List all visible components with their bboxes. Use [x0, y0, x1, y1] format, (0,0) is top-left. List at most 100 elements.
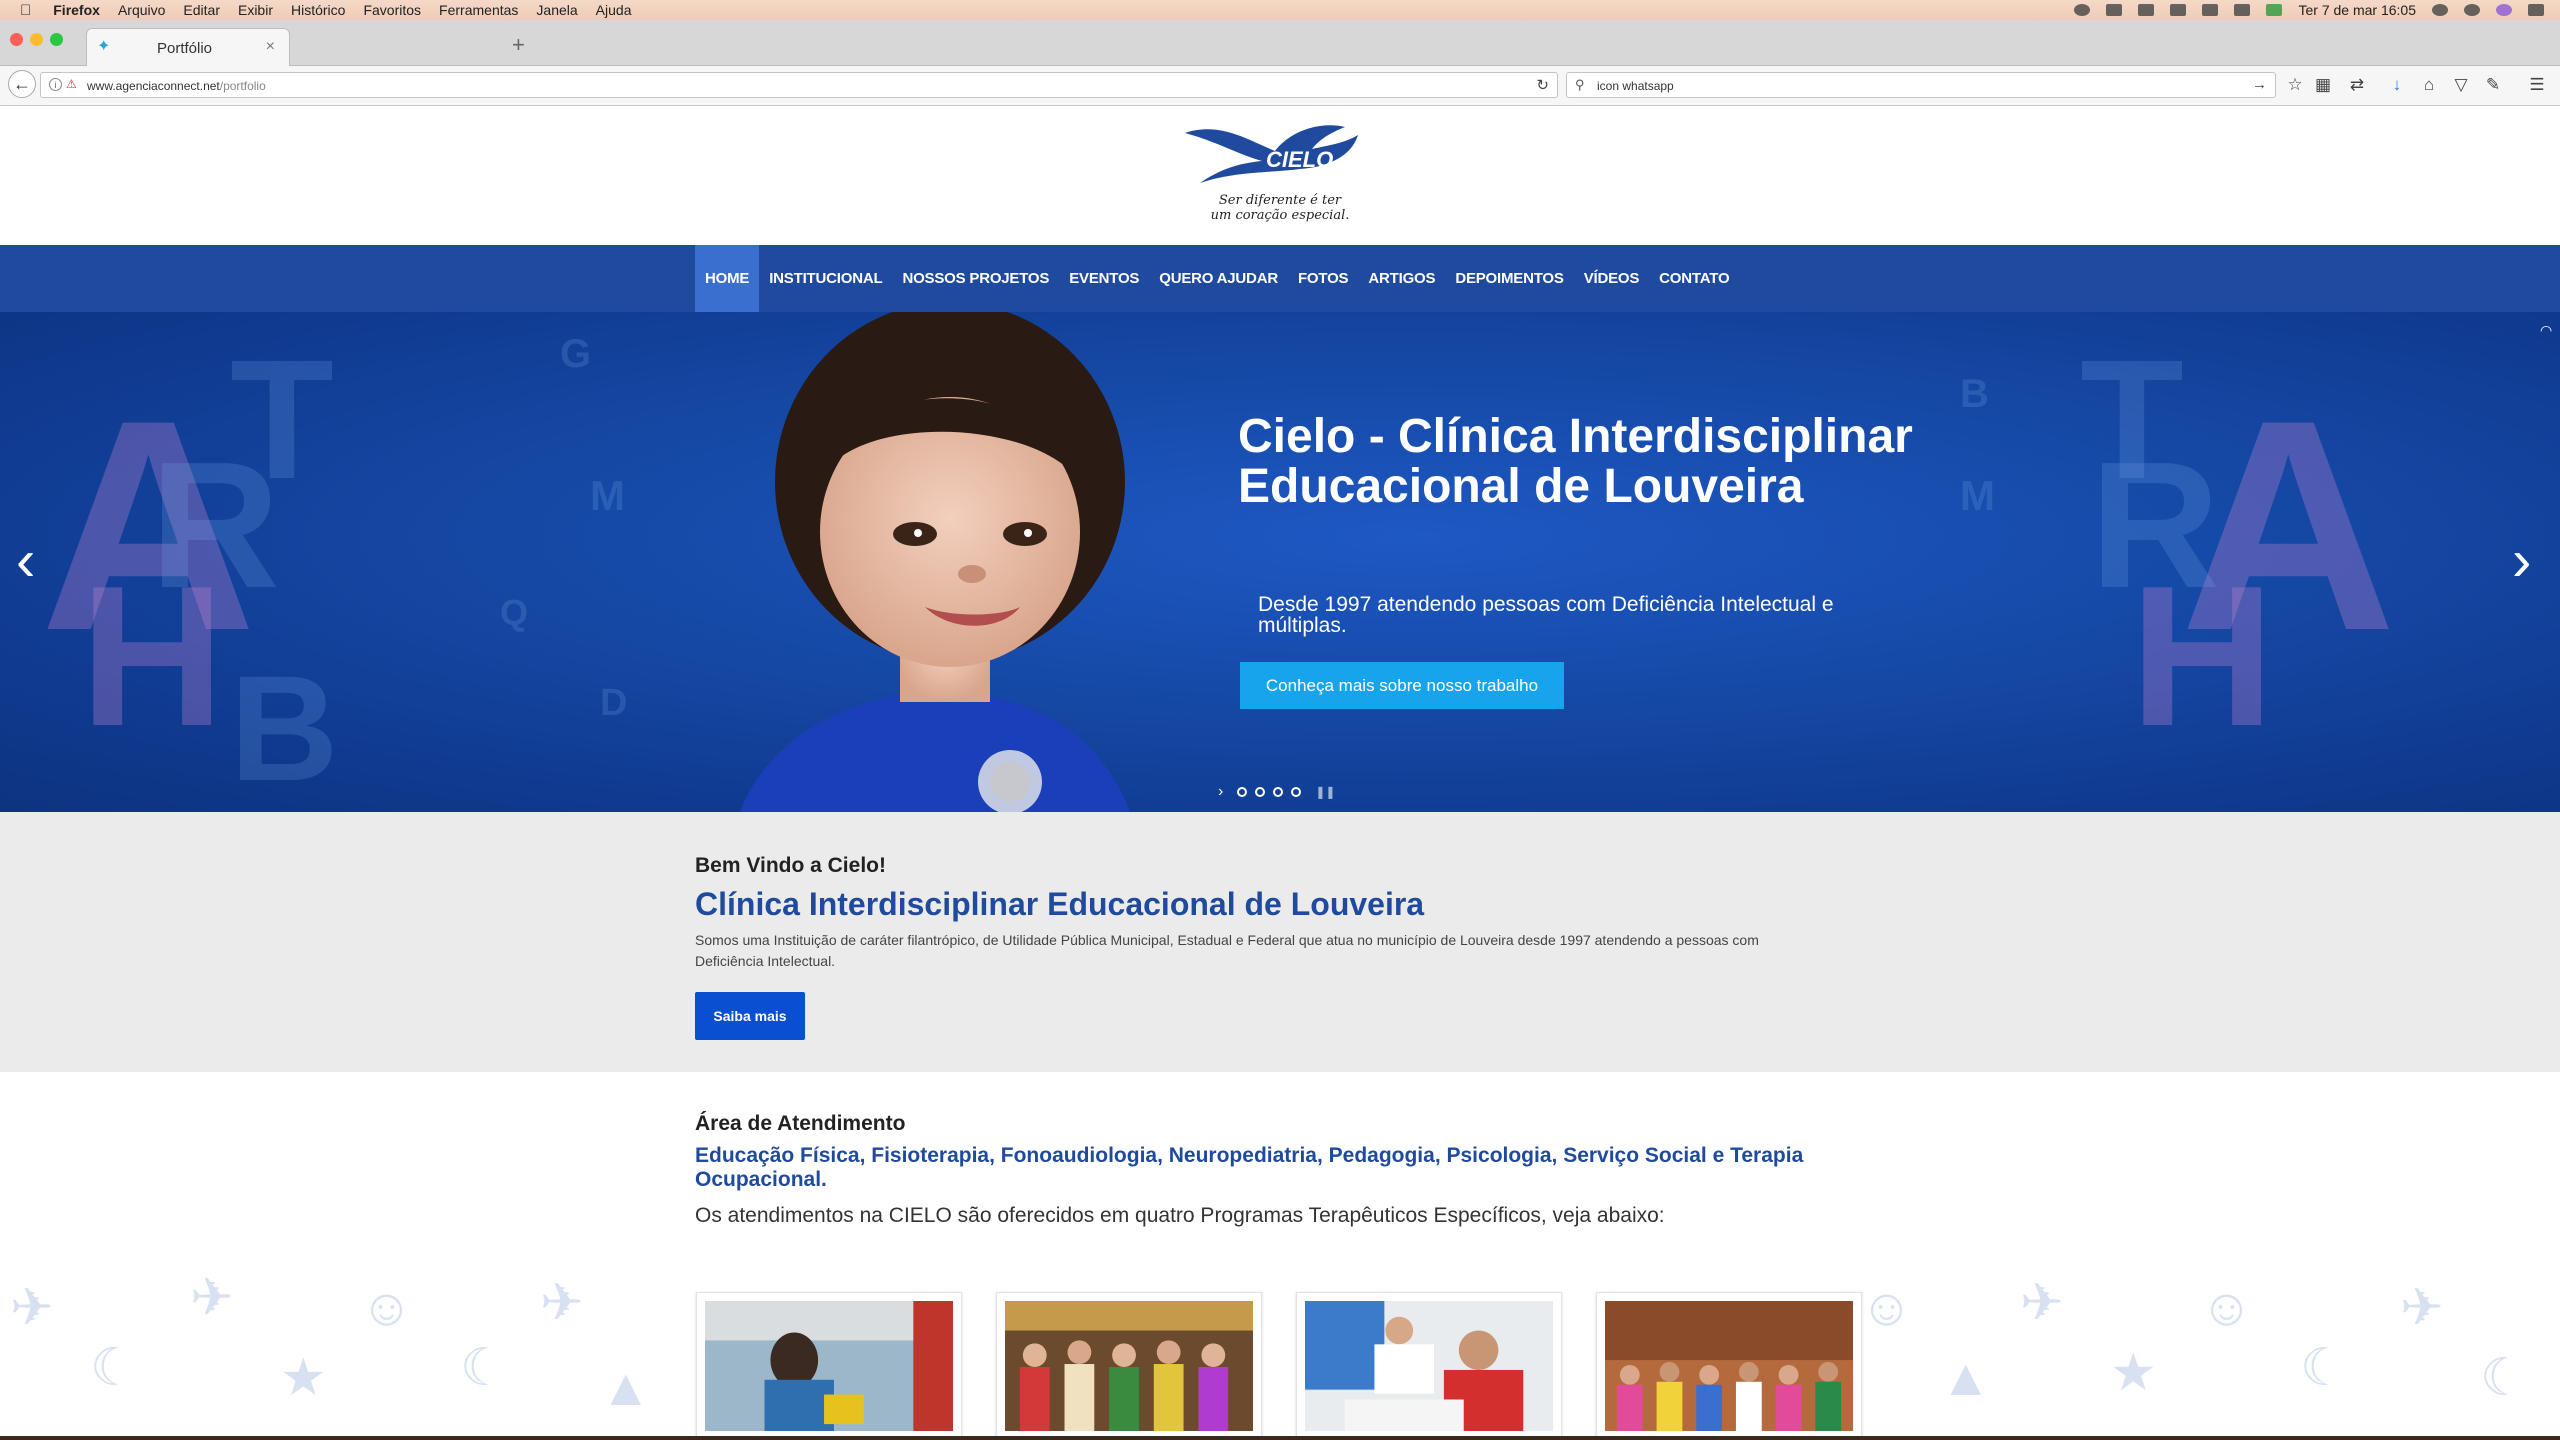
- doodle-icon: ☺: [360, 1279, 414, 1337]
- menu-ajuda[interactable]: Ajuda: [596, 2, 632, 18]
- bg-letter-decoration: B: [1960, 372, 1989, 416]
- cielo-bird-icon: CIELO: [1185, 125, 1358, 183]
- bird-favicon-icon: ✦: [97, 38, 111, 55]
- slider-pause-icon[interactable]: ❚❚: [1315, 785, 1335, 799]
- program-card-1[interactable]: [696, 1292, 962, 1440]
- siri-icon[interactable]: [2496, 4, 2512, 16]
- area-specialties: Educação Física, Fisioterapia, Fonoaudio…: [695, 1144, 1804, 1191]
- apple-menu-icon[interactable]: : [20, 2, 31, 19]
- bluetooth-icon[interactable]: [2138, 4, 2155, 16]
- slider-prev-arrow-icon[interactable]: ‹: [16, 532, 35, 590]
- slider-next-arrow-icon[interactable]: ›: [2512, 532, 2531, 590]
- url-text[interactable]: www.agenciaconnect.net/portfolio: [87, 79, 266, 93]
- doodle-icon: ✈: [190, 1269, 234, 1327]
- logo-tagline: Ser diferente é ter um coração especial.: [1210, 193, 1350, 223]
- site-header: CIELO Ser diferente é ter um coração esp…: [0, 107, 2560, 245]
- nav-home[interactable]: HOME: [695, 245, 760, 312]
- doodle-icon: ★: [2110, 1344, 2157, 1402]
- window-minimize-button[interactable]: [30, 33, 43, 46]
- bg-letter-decoration: Q: [500, 592, 529, 633]
- volume-icon[interactable]: [2234, 4, 2251, 16]
- area-atendimento-section: Área de Atendimento Educação Física, Fis…: [0, 1072, 2560, 1440]
- pocket-sync-icon[interactable]: ⇄: [2346, 74, 2368, 96]
- doodle-icon: ▲: [1940, 1349, 1992, 1407]
- menubar-clock[interactable]: Ter 7 de mar 16:05: [2298, 2, 2416, 18]
- hero-slider: A T R H B G M Q D A T R H M B Cielo - Cl…: [0, 312, 2560, 812]
- menu-exibir[interactable]: Exibir: [238, 2, 273, 18]
- tab-portfolio[interactable]: ✦ Portfólio ×: [86, 28, 290, 66]
- welcome-body: Somos uma Instituição de caráter filantr…: [695, 932, 1759, 969]
- new-tab-button[interactable]: +: [512, 32, 525, 58]
- window-zoom-button[interactable]: [50, 33, 63, 46]
- search-go-icon[interactable]: →: [2252, 76, 2267, 93]
- menu-editar[interactable]: Editar: [183, 2, 220, 18]
- program-card-3[interactable]: [1296, 1292, 1562, 1440]
- macos-menubar:  Firefox Arquivo Editar Exibir Históric…: [0, 0, 2560, 20]
- bg-letter-decoration: M: [1960, 472, 1995, 519]
- insecure-lock-icon[interactable]: ⚠: [66, 78, 78, 91]
- hamburger-menu-icon[interactable]: ☰: [2526, 74, 2548, 96]
- nav-videos[interactable]: VÍDEOS: [1574, 245, 1649, 312]
- spotlight-search-icon[interactable]: [2464, 4, 2480, 16]
- bookmarks-library-icon[interactable]: ▦: [2312, 74, 2334, 96]
- home-icon[interactable]: ⌂: [2418, 74, 2440, 96]
- reload-icon[interactable]: ↻: [1536, 76, 1549, 94]
- window-close-button[interactable]: [10, 33, 23, 46]
- nav-fotos[interactable]: FOTOS: [1288, 245, 1358, 312]
- site-info-icon[interactable]: i: [49, 78, 62, 91]
- pocket-icon[interactable]: ▽: [2450, 74, 2472, 96]
- hero-child-photo: [740, 312, 1130, 812]
- notification-center-icon[interactable]: [2528, 4, 2544, 16]
- program-card-2[interactable]: [996, 1292, 1262, 1440]
- doodle-icon: ☾: [90, 1339, 137, 1397]
- search-bar[interactable]: ⚲ icon whatsapp →: [1566, 72, 2276, 98]
- tab-title: Portfólio: [157, 40, 213, 57]
- url-bar[interactable]: i ⚠ www.agenciaconnect.net/portfolio ↻: [40, 72, 1558, 98]
- slider-play-chevron-icon[interactable]: ›: [1218, 783, 1223, 801]
- slider-dot-3[interactable]: [1273, 787, 1284, 797]
- program-card-4[interactable]: [1596, 1292, 1862, 1440]
- nav-nossos-projetos[interactable]: NOSSOS PROJETOS: [892, 245, 1059, 312]
- menu-ferramentas[interactable]: Ferramentas: [439, 2, 518, 18]
- cielo-logo[interactable]: CIELO Ser diferente é ter um coração esp…: [1180, 111, 1380, 235]
- nav-contato[interactable]: CONTATO: [1649, 245, 1739, 312]
- menu-favoritos[interactable]: Favoritos: [363, 2, 421, 18]
- slider-pagination: › ❚❚: [1218, 783, 1335, 801]
- saiba-mais-button[interactable]: Saiba mais: [695, 992, 805, 1040]
- nav-depoimentos[interactable]: DEPOIMENTOS: [1445, 245, 1573, 312]
- welcome-kicker: Bem Vindo a Cielo!: [695, 854, 886, 877]
- program-photo-1: [705, 1301, 953, 1431]
- doodle-icon: ☾: [2300, 1339, 2347, 1397]
- nav-eventos[interactable]: EVENTOS: [1059, 245, 1149, 312]
- downloads-icon[interactable]: ↓: [2386, 74, 2408, 96]
- program-photo-3: [1305, 1301, 1553, 1431]
- doodle-icon: ✈: [2400, 1279, 2444, 1337]
- nav-institucional[interactable]: INSTITUCIONAL: [759, 245, 892, 312]
- hero-cta-button[interactable]: Conheça mais sobre nosso trabalho: [1240, 662, 1564, 709]
- airplay-icon[interactable]: [2202, 4, 2219, 16]
- program-photo-2: [1005, 1301, 1253, 1431]
- back-button[interactable]: ←: [8, 70, 36, 98]
- bookmark-star-icon[interactable]: ☆: [2284, 74, 2306, 96]
- slider-dot-4[interactable]: [1291, 787, 1302, 797]
- menu-app-firefox[interactable]: Firefox: [53, 2, 100, 18]
- slider-dot-2[interactable]: [1255, 787, 1266, 797]
- nav-quero-ajudar[interactable]: QUERO AJUDAR: [1149, 245, 1288, 312]
- search-input[interactable]: icon whatsapp: [1597, 79, 1674, 93]
- hero-title: Cielo - Clínica Interdisciplinar Educaci…: [1238, 410, 1913, 513]
- creative-cloud-icon[interactable]: [2074, 4, 2091, 16]
- wifi-icon[interactable]: [2170, 4, 2187, 16]
- menu-historico[interactable]: Histórico: [291, 2, 345, 18]
- menu-janela[interactable]: Janela: [536, 2, 577, 18]
- gear-status-icon[interactable]: [2106, 4, 2123, 16]
- nav-artigos[interactable]: ARTIGOS: [1358, 245, 1445, 312]
- user-icon[interactable]: [2432, 4, 2448, 16]
- window-bottom-edge: [0, 1436, 2560, 1440]
- tools-pencil-icon[interactable]: ✎: [2482, 74, 2504, 96]
- menu-arquivo[interactable]: Arquivo: [118, 2, 165, 18]
- doodle-icon: ☾: [2480, 1349, 2527, 1407]
- tab-close-icon[interactable]: ×: [266, 38, 275, 56]
- slider-dot-1[interactable]: [1237, 787, 1248, 797]
- bg-letter-decoration: H: [2130, 545, 2275, 768]
- flag-input-icon[interactable]: [2266, 4, 2283, 16]
